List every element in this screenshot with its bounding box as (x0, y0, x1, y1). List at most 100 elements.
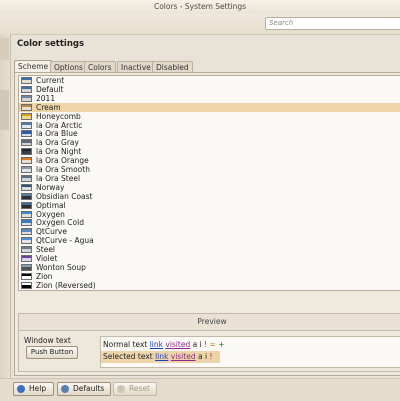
selected-visited-sample[interactable]: visited (171, 352, 196, 361)
selected-text-label: Selected text (103, 352, 153, 361)
reset-button[interactable]: Reset (113, 382, 157, 396)
scheme-titlebar-color (22, 167, 31, 170)
window-title: Colors - System Settings (153, 2, 247, 11)
scheme-preview-icon (21, 281, 32, 289)
scheme-preview-icon (21, 130, 32, 138)
scheme-name: Violet (36, 254, 58, 263)
scheme-titlebar-color (22, 220, 31, 223)
scheme-preview-icon (21, 77, 32, 84)
list-item[interactable]: Cream (19, 102, 400, 112)
visited-link-sample[interactable]: visited (165, 340, 190, 349)
list-item[interactable]: la Ora Smooth (19, 165, 400, 174)
push-button-sample[interactable]: Push Button (26, 346, 78, 359)
preview-header: Preview (18, 313, 400, 331)
scheme-titlebar-color (22, 78, 31, 81)
scheme-titlebar-color (22, 273, 31, 277)
list-item[interactable]: Zion (Reversed) (19, 281, 400, 290)
scheme-name: Oxygen (36, 209, 65, 219)
scheme-titlebar-color (22, 282, 31, 285)
scheme-titlebar-color (22, 140, 31, 143)
list-item[interactable]: Oxygen (19, 210, 400, 219)
scheme-preview-icon (21, 94, 32, 102)
sidebar-item[interactable] (0, 90, 9, 130)
inactive-text-sample: i (199, 340, 202, 349)
scheme-preview-icon (21, 201, 32, 209)
scheme-preview-icon (21, 183, 32, 191)
scheme-titlebar-color (22, 122, 31, 125)
list-item[interactable]: Current (19, 76, 400, 85)
scheme-name: QtCurve (36, 227, 67, 237)
scheme-name: QtCurve - Agua (36, 236, 94, 246)
scheme-titlebar-color (22, 86, 31, 90)
list-item[interactable]: Honeycomb (19, 112, 400, 121)
scheme-name: 2011 (36, 93, 56, 103)
page-title: Color settings (17, 39, 85, 49)
list-item[interactable]: QtCurve - Agua (19, 236, 400, 245)
scheme-name: Obsidian Coast (36, 191, 93, 201)
list-item[interactable]: Norway (19, 183, 400, 192)
scheme-list[interactable]: Current Default 2011 Cream Honeycomb la Ora A… (18, 75, 400, 291)
selected-text-row: Selected text link visited a i ! (101, 351, 220, 363)
scheme-titlebar-color (22, 193, 31, 196)
scheme-preview-icon (21, 210, 32, 218)
scheme-preview-icon (21, 121, 32, 129)
list-item[interactable]: la Ora Night (19, 147, 400, 156)
scheme-name: Oxygen Cold (36, 218, 84, 228)
scheme-name: Current (36, 76, 65, 85)
selected-link-sample[interactable]: link (155, 352, 168, 361)
scheme-titlebar-color (22, 113, 31, 116)
reset-icon (117, 385, 125, 393)
scheme-name: Norway (36, 182, 65, 192)
neutral-text-sample: = (209, 340, 216, 349)
scheme-titlebar-color (22, 247, 31, 250)
defaults-button[interactable]: Defaults (57, 382, 111, 396)
scheme-preview-icon (21, 228, 32, 236)
search-input[interactable]: Search (265, 17, 400, 30)
list-item[interactable]: Obsidian Coast (19, 192, 400, 201)
help-label: Help (29, 384, 47, 393)
defaults-icon (61, 385, 69, 393)
scheme-preview-icon (21, 237, 32, 245)
list-item[interactable]: la Ora Orange (19, 156, 400, 165)
scheme-preview-icon (21, 166, 32, 173)
window-text-sample: Window text (24, 336, 71, 345)
scheme-preview-icon (21, 85, 32, 93)
scheme-titlebar-color (22, 158, 31, 161)
window-titlebar: Colors - System Settings (0, 0, 400, 14)
scheme-preview-icon (21, 192, 32, 200)
list-item[interactable]: Optimal (19, 201, 400, 210)
list-item[interactable]: Default (19, 85, 400, 94)
scheme-preview-icon (21, 157, 32, 165)
negative-text-sample: ! (204, 340, 208, 349)
link-sample[interactable]: link (150, 340, 163, 349)
list-item[interactable]: Oxygen Cold (19, 218, 400, 227)
list-item[interactable]: la Ora Steel (19, 174, 400, 183)
scheme-titlebar-color (22, 229, 31, 232)
list-item[interactable]: 2011 (19, 94, 400, 103)
list-item[interactable]: Zion (19, 272, 400, 281)
list-item[interactable]: Violet (19, 254, 400, 263)
scheme-preview-icon (21, 174, 32, 182)
scheme-titlebar-color (22, 256, 31, 259)
scheme-name: la Ora Steel (36, 173, 81, 183)
list-item[interactable]: QtCurve (19, 227, 400, 236)
scheme-titlebar-color (22, 264, 31, 268)
reset-label: Reset (129, 384, 150, 393)
list-item[interactable]: Wonton Soup (19, 263, 400, 272)
help-button[interactable]: Help (13, 382, 54, 396)
sidebar-item[interactable] (0, 38, 9, 60)
list-item[interactable]: la Ora Arctic (19, 121, 400, 130)
scheme-titlebar-color (22, 175, 31, 179)
scheme-name: la Ora Arctic (36, 120, 83, 130)
scheme-name: Zion (36, 271, 53, 281)
defaults-label: Defaults (73, 384, 105, 393)
scheme-preview-icon (21, 103, 32, 111)
scheme-name: Wonton Soup (36, 262, 86, 272)
list-item[interactable]: Steel (19, 245, 400, 254)
scheme-titlebar-color (22, 238, 31, 241)
list-item[interactable]: la Ora Gray (19, 138, 400, 147)
list-item[interactable]: la Ora Blue (19, 129, 400, 138)
scheme-preview-icon (21, 219, 32, 227)
scheme-name: la Ora Blue (36, 129, 78, 139)
scheme-titlebar-color (22, 131, 31, 134)
